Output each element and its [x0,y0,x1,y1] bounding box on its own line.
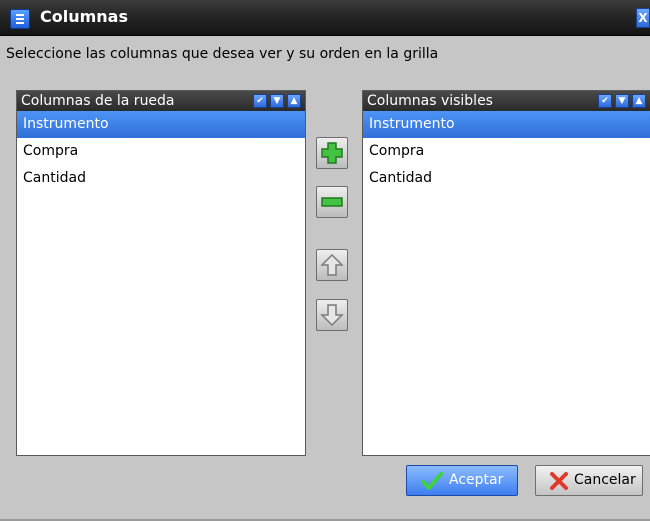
move-down-button[interactable] [316,299,348,331]
title-bar[interactable]: Columnas X [0,0,650,36]
checkmark-icon [421,472,443,490]
list-item[interactable]: Cantidad [17,165,305,192]
list-item[interactable]: Instrumento [363,111,650,138]
list-item[interactable]: Compra [17,138,305,165]
available-columns-list[interactable]: Instrumento Compra Cantidad [17,111,305,192]
close-button[interactable]: X [636,8,650,28]
instructions-text: Seleccione las columnas que desea ver y … [6,46,439,62]
list-item[interactable]: Compra [363,138,650,165]
list-item[interactable]: Cantidad [363,165,650,192]
columns-dialog: Columnas X Seleccione las columnas que d… [0,0,650,521]
available-columns-header: Columnas de la rueda ✔ ▼ ▲ [17,91,305,111]
panel-header-label: Columnas de la rueda [21,93,175,109]
add-column-button[interactable] [316,137,348,169]
chevron-down-icon[interactable]: ▼ [270,94,284,108]
check-icon[interactable]: ✔ [253,94,267,108]
add-icon [321,142,343,164]
chevron-up-icon[interactable]: ▲ [287,94,301,108]
chevron-up-icon[interactable]: ▲ [632,94,646,108]
available-columns-panel: Columnas de la rueda ✔ ▼ ▲ Instrumento Com… [16,90,306,456]
list-item[interactable]: Instrumento [17,111,305,138]
cancel-label: Cancelar [574,472,636,488]
accept-label: Aceptar [449,472,504,488]
visible-columns-panel: Columnas visibles ✔ ▼ ▲ Instrumento Compra… [362,90,650,456]
remove-column-button[interactable] [316,186,348,218]
move-down-icon [320,304,344,327]
cancel-button[interactable]: Cancelar [535,465,643,496]
visible-columns-list[interactable]: Instrumento Compra Cantidad [363,111,650,192]
remove-icon [321,197,343,207]
window-title: Columnas [40,7,128,26]
chevron-down-icon[interactable]: ▼ [615,94,629,108]
window-menu-icon[interactable] [10,9,30,29]
panel-header-label: Columnas visibles [367,93,493,109]
accept-button[interactable]: Aceptar [406,465,518,496]
visible-columns-header: Columnas visibles ✔ ▼ ▲ [363,91,650,111]
move-up-button[interactable] [316,249,348,281]
move-up-icon [320,253,344,276]
check-icon[interactable]: ✔ [598,94,612,108]
cross-icon [550,472,568,490]
